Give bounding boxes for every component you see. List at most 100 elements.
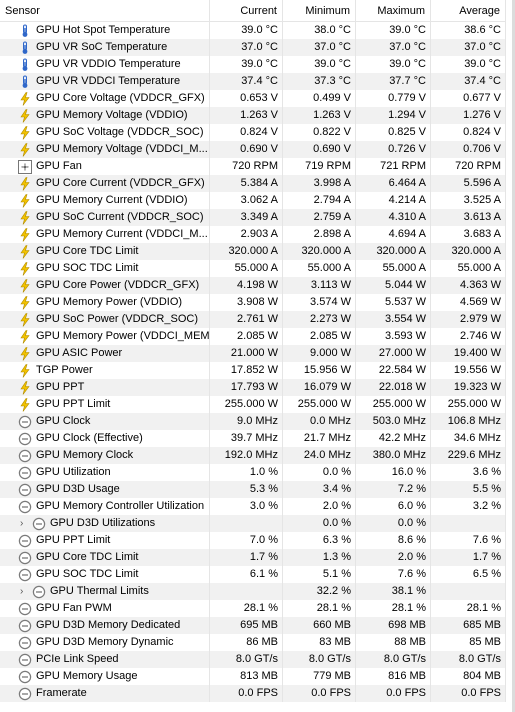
current-value: 7.0 % (210, 532, 283, 549)
sensor-row-name[interactable]: GPU SoC Current (VDDCR_SOC) (0, 209, 210, 226)
sensor-label: GPU D3D Memory Dedicated (36, 619, 181, 631)
current-value: 8.0 GT/s (210, 651, 283, 668)
column-header-current[interactable]: Current (210, 0, 283, 22)
sensor-label: GPU Core Current (VDDCR_GFX) (36, 177, 205, 189)
sensor-row-name[interactable]: GPU Clock (0, 413, 210, 430)
sensor-label: GPU Clock (Effective) (36, 432, 143, 444)
current-value: 2.903 A (210, 226, 283, 243)
minimum-value: 2.0 % (283, 498, 356, 515)
sensor-label: GPU Core TDC Limit (36, 551, 139, 563)
sensor-row-name[interactable]: GPU VR SoC Temperature (0, 39, 210, 56)
sensor-row-name[interactable]: GPU PPT Limit (0, 532, 210, 549)
sensor-row-name[interactable]: GPU VR VDDIO Temperature (0, 56, 210, 73)
sensor-row-name[interactable]: › GPU D3D Utilizations (0, 515, 210, 532)
sensor-row-name[interactable]: GPU Memory Power (VDDIO) (0, 294, 210, 311)
sensor-row-name[interactable]: GPU Fan PWM (0, 600, 210, 617)
maximum-value: 7.6 % (356, 566, 431, 583)
maximum-value: 1.294 V (356, 107, 431, 124)
maximum-value: 88 MB (356, 634, 431, 651)
sensor-row-name[interactable]: PCIe Link Speed (0, 651, 210, 668)
lightning-icon (18, 295, 32, 310)
sensor-row-name[interactable]: GPU Memory Usage (0, 668, 210, 685)
clock-icon (18, 602, 32, 616)
sensor-label: GPU ASIC Power (36, 347, 123, 359)
sensor-label: GPU D3D Memory Dynamic (36, 636, 174, 648)
clock-icon (18, 466, 32, 480)
sensor-row-name[interactable]: GPU D3D Memory Dedicated (0, 617, 210, 634)
average-value: 19.323 W (431, 379, 506, 396)
sensor-row-name[interactable]: GPU Core Current (VDDCR_GFX) (0, 175, 210, 192)
minimum-value: 719 RPM (283, 158, 356, 175)
average-value: 5.5 % (431, 481, 506, 498)
sensor-label: GPU Memory Current (VDDIO) (36, 194, 188, 206)
average-value: 5.596 A (431, 175, 506, 192)
sensor-row-name[interactable]: GPU SoC Voltage (VDDCR_SOC) (0, 124, 210, 141)
sensor-row-name[interactable]: GPU Clock (Effective) (0, 430, 210, 447)
column-header-average[interactable]: Average (431, 0, 506, 22)
current-value: 192.0 MHz (210, 447, 283, 464)
sensor-row-name[interactable]: GPU SOC TDC Limit (0, 260, 210, 277)
sensor-row-name[interactable]: GPU Hot Spot Temperature (0, 22, 210, 39)
average-value: 1.7 % (431, 549, 506, 566)
average-value (431, 583, 506, 600)
maximum-value: 27.000 W (356, 345, 431, 362)
sensor-row-name[interactable]: GPU Memory Controller Utilization (0, 498, 210, 515)
sensor-row-name[interactable]: GPU Memory Current (VDDCI_M... (0, 226, 210, 243)
sensor-row-name[interactable]: GPU Memory Voltage (VDDIO) (0, 107, 210, 124)
expand-chevron-icon[interactable]: › (20, 583, 32, 600)
sensor-row-name[interactable]: GPU ASIC Power (0, 345, 210, 362)
average-value: 38.6 °C (431, 22, 506, 39)
average-value: 0.706 V (431, 141, 506, 158)
maximum-value: 320.000 A (356, 243, 431, 260)
minimum-value: 0.0 % (283, 515, 356, 532)
clock-icon (18, 619, 32, 633)
current-value: 17.793 W (210, 379, 283, 396)
sensor-row-name[interactable]: GPU D3D Memory Dynamic (0, 634, 210, 651)
clock-icon (18, 500, 32, 514)
sensor-row-name[interactable]: TGP Power (0, 362, 210, 379)
average-value: 3.613 A (431, 209, 506, 226)
sensor-row-name[interactable]: GPU Core TDC Limit (0, 549, 210, 566)
sensor-row-name[interactable]: GPU Utilization (0, 464, 210, 481)
sensor-row-name[interactable]: › GPU Thermal Limits (0, 583, 210, 600)
sensor-row-name[interactable]: GPU Core Power (VDDCR_GFX) (0, 277, 210, 294)
column-header-minimum[interactable]: Minimum (283, 0, 356, 22)
current-value: 3.0 % (210, 498, 283, 515)
average-value: 804 MB (431, 668, 506, 685)
sensor-row-name[interactable]: GPU Memory Power (VDDCI_MEM) (0, 328, 210, 345)
minimum-value: 37.0 °C (283, 39, 356, 56)
sensor-row-name[interactable]: GPU SOC TDC Limit (0, 566, 210, 583)
sensor-table: Sensor Current Minimum Maximum Average G… (0, 0, 512, 702)
sensor-row-name[interactable]: GPU Memory Clock (0, 447, 210, 464)
column-header-maximum[interactable]: Maximum (356, 0, 431, 22)
sensor-row-name[interactable]: GPU Core TDC Limit (0, 243, 210, 260)
sensor-row-name[interactable]: GPU Core Voltage (VDDCR_GFX) (0, 90, 210, 107)
current-value: 5.3 % (210, 481, 283, 498)
current-value: 813 MB (210, 668, 283, 685)
sensor-row-name[interactable]: GPU Memory Voltage (VDDCI_M... (0, 141, 210, 158)
lightning-icon (18, 125, 32, 140)
sensor-label: GPU Core Voltage (VDDCR_GFX) (36, 92, 205, 104)
expand-chevron-icon[interactable]: › (20, 515, 32, 532)
sensor-row-name[interactable]: GPU Memory Current (VDDIO) (0, 192, 210, 209)
sensor-label: GPU D3D Utilizations (50, 517, 156, 529)
average-value: 2.746 W (431, 328, 506, 345)
sensor-row-name[interactable]: GPU Fan (0, 158, 210, 175)
sensor-row-name[interactable]: GPU D3D Usage (0, 481, 210, 498)
sensor-row-name[interactable]: Framerate (0, 685, 210, 702)
lightning-icon (18, 176, 32, 191)
current-value: 3.908 W (210, 294, 283, 311)
average-value: 0.677 V (431, 90, 506, 107)
sensor-label: GPU Fan (36, 160, 82, 172)
maximum-value: 55.000 A (356, 260, 431, 277)
sensor-row-name[interactable]: GPU PPT (0, 379, 210, 396)
current-value: 86 MB (210, 634, 283, 651)
thermometer-icon (18, 58, 32, 72)
sensor-row-name[interactable]: GPU VR VDDCI Temperature (0, 73, 210, 90)
minimum-value: 660 MB (283, 617, 356, 634)
minimum-value: 21.7 MHz (283, 430, 356, 447)
sensor-row-name[interactable]: GPU PPT Limit (0, 396, 210, 413)
sensor-row-name[interactable]: GPU SoC Power (VDDCR_SOC) (0, 311, 210, 328)
column-header-sensor[interactable]: Sensor (0, 0, 210, 22)
minimum-value: 0.0 FPS (283, 685, 356, 702)
